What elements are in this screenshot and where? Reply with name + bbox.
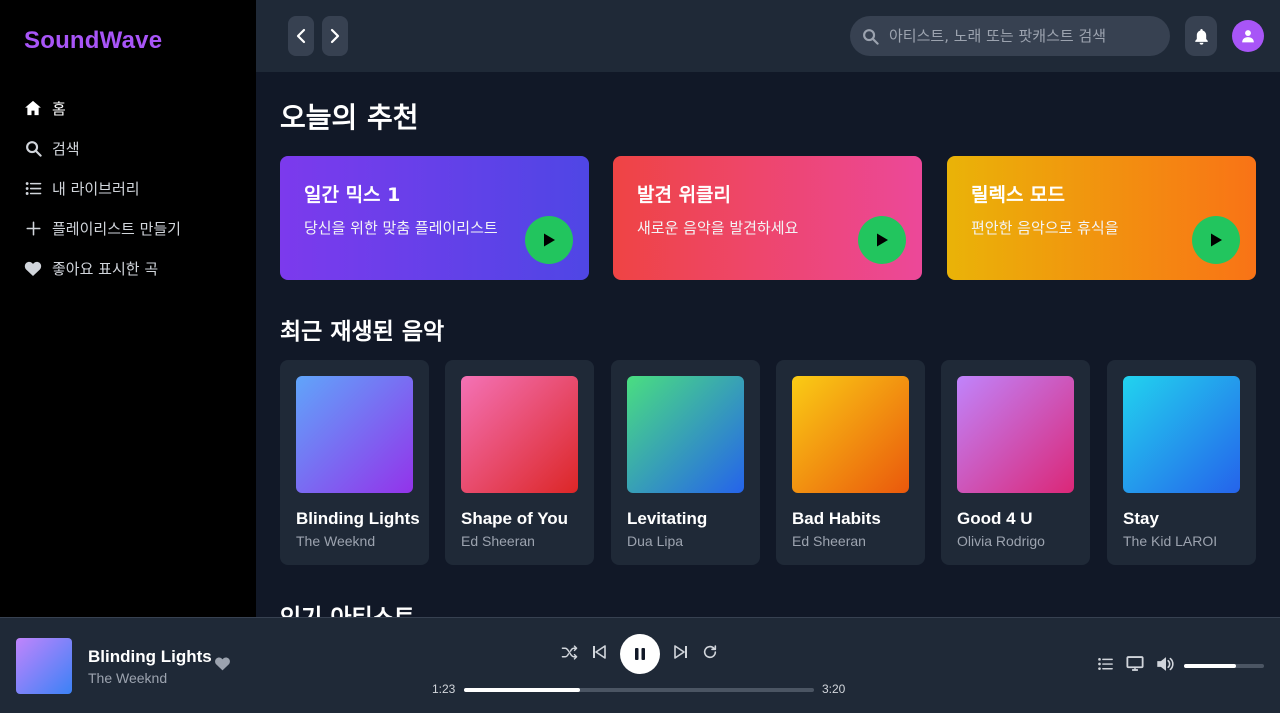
- recommend-card[interactable]: 발견 위클리 새로운 음악을 발견하세요: [613, 156, 922, 280]
- skip-forward-icon: [674, 645, 687, 659]
- devices-button[interactable]: [1126, 656, 1144, 676]
- recommend-card-title: 일간 믹스 1: [304, 184, 401, 206]
- album-card[interactable]: Levitating Dua Lipa: [611, 360, 760, 565]
- play-button[interactable]: [525, 216, 573, 264]
- sidebar: SoundWave 홈 검색 내 라이브러리 플레이리스트 만들기 좋아요 표시…: [0, 0, 256, 617]
- album-artist: Olivia Rodrigo: [957, 533, 1045, 549]
- plus-icon: [24, 219, 42, 237]
- volume-fill: [1184, 664, 1236, 668]
- chevron-left-icon: [296, 28, 306, 44]
- album-title: Shape of You: [461, 509, 569, 528]
- album-title: Levitating: [627, 509, 708, 528]
- album-artist: Dua Lipa: [627, 533, 684, 549]
- total-time: 3:20: [822, 682, 846, 696]
- album-cover: [627, 376, 744, 493]
- now-playing-cover: [16, 638, 72, 694]
- album-cover: [1123, 376, 1240, 493]
- app-logo[interactable]: SoundWave: [24, 27, 162, 55]
- now-playing-artist: The Weeknd: [88, 670, 168, 686]
- heart-icon: [24, 259, 42, 277]
- main-content: 오늘의 추천 일간 믹스 1 당신을 위한 맞춤 플레이리스트 발견 위클리 새…: [256, 72, 1280, 617]
- user-icon: [1242, 30, 1254, 43]
- heart-icon: [215, 657, 230, 671]
- sidebar-item-search[interactable]: 검색: [24, 128, 244, 168]
- progress-bar[interactable]: [464, 688, 814, 692]
- repeat-icon: [703, 645, 717, 659]
- album-title: Blinding Lights: [296, 509, 420, 528]
- top-bar: [256, 0, 1280, 72]
- shuffle-icon: [561, 645, 578, 660]
- album-cover: [957, 376, 1074, 493]
- search-input[interactable]: [889, 27, 1159, 45]
- user-avatar[interactable]: [1232, 20, 1264, 52]
- search-icon: [863, 28, 879, 45]
- album-title: Stay: [1123, 509, 1159, 528]
- previous-button[interactable]: [592, 644, 606, 660]
- sidebar-nav: 홈 검색 내 라이브러리 플레이리스트 만들기 좋아요 표시한 곡: [24, 88, 244, 288]
- album-title: Good 4 U: [957, 509, 1033, 528]
- queue-icon: [1098, 658, 1113, 670]
- pause-button[interactable]: [620, 634, 660, 674]
- album-card[interactable]: Shape of You Ed Sheeran: [445, 360, 594, 565]
- home-icon: [24, 99, 42, 117]
- volume-button[interactable]: [1156, 656, 1176, 676]
- current-time: 1:23: [432, 682, 456, 696]
- album-cover: [296, 376, 413, 493]
- sidebar-item-library[interactable]: 내 라이브러리: [24, 168, 244, 208]
- album-cover: [792, 376, 909, 493]
- recommend-card[interactable]: 릴렉스 모드 편안한 음악으로 휴식을: [947, 156, 1256, 280]
- monitor-icon: [1126, 656, 1144, 671]
- queue-button[interactable]: [1097, 656, 1114, 676]
- album-card[interactable]: Bad Habits Ed Sheeran: [776, 360, 925, 565]
- play-icon: [877, 233, 888, 247]
- album-artist: The Kid LAROI: [1123, 533, 1218, 549]
- sidebar-item-label: 좋아요 표시한 곡: [52, 259, 159, 278]
- recommend-card-title: 릴렉스 모드: [971, 184, 1066, 206]
- volume-slider[interactable]: [1184, 664, 1264, 668]
- sidebar-item-label: 플레이리스트 만들기: [52, 219, 181, 238]
- now-playing-title: Blinding Lights: [88, 647, 212, 666]
- play-icon: [544, 233, 555, 247]
- recommend-card[interactable]: 일간 믹스 1 당신을 위한 맞춤 플레이리스트: [280, 156, 589, 280]
- play-button[interactable]: [858, 216, 906, 264]
- pause-icon: [635, 648, 645, 660]
- artists-section-title: 인기 아티스트: [280, 598, 415, 617]
- next-button[interactable]: [674, 644, 688, 660]
- chevron-right-icon: [330, 28, 340, 44]
- album-card[interactable]: Blinding Lights The Weeknd: [280, 360, 429, 565]
- forward-button[interactable]: [322, 16, 348, 56]
- sidebar-item-label: 홈: [52, 99, 66, 118]
- album-artist: The Weeknd: [296, 533, 376, 549]
- app: SoundWave 홈 검색 내 라이브러리 플레이리스트 만들기 좋아요 표시…: [0, 0, 1280, 713]
- like-button[interactable]: [214, 656, 231, 675]
- recent-section-title: 최근 재생된 음악: [280, 319, 445, 345]
- sidebar-item-create-playlist[interactable]: 플레이리스트 만들기: [24, 208, 244, 248]
- progress-fill: [464, 688, 580, 692]
- sidebar-item-label: 내 라이브러리: [52, 179, 140, 198]
- play-icon: [1211, 233, 1222, 247]
- player-bar: Blinding Lights The Weeknd 1:23 3:20: [0, 617, 1280, 713]
- skip-back-icon: [593, 645, 606, 659]
- recommend-section-title: 오늘의 추천: [280, 101, 419, 134]
- search-bar: [850, 16, 1170, 56]
- list-icon: [24, 179, 42, 197]
- album-card[interactable]: Good 4 U Olivia Rodrigo: [941, 360, 1090, 565]
- shuffle-button[interactable]: [561, 644, 578, 661]
- repeat-button[interactable]: [702, 644, 718, 660]
- album-artist: Ed Sheeran: [461, 533, 535, 549]
- album-title: Bad Habits: [792, 509, 881, 528]
- search-icon: [24, 139, 42, 157]
- recommend-card-title: 발견 위클리: [637, 184, 732, 206]
- sidebar-item-liked-songs[interactable]: 좋아요 표시한 곡: [24, 248, 244, 288]
- album-cover: [461, 376, 578, 493]
- volume-icon: [1157, 657, 1174, 671]
- bell-icon: [1194, 28, 1208, 45]
- sidebar-item-home[interactable]: 홈: [24, 88, 244, 128]
- back-button[interactable]: [288, 16, 314, 56]
- notifications-button[interactable]: [1185, 16, 1217, 56]
- play-button[interactable]: [1192, 216, 1240, 264]
- album-card[interactable]: Stay The Kid LAROI: [1107, 360, 1256, 565]
- album-artist: Ed Sheeran: [792, 533, 866, 549]
- sidebar-item-label: 검색: [52, 139, 80, 158]
